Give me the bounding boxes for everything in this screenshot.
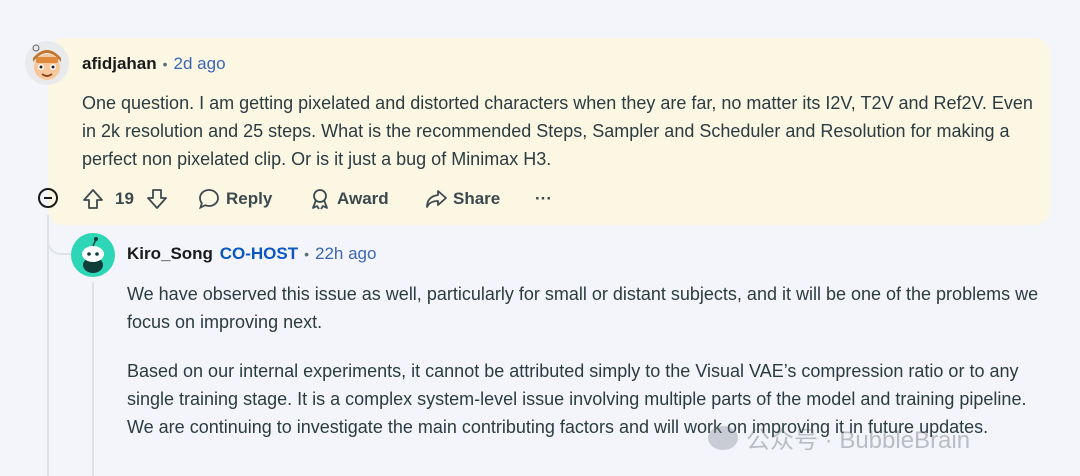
downvote-button[interactable] <box>146 183 168 215</box>
thread-line[interactable] <box>47 215 49 476</box>
comment-text: One question. I am getting pixelated and… <box>82 93 1033 169</box>
share-button[interactable]: Share <box>425 183 500 215</box>
reply-button[interactable]: Reply <box>198 183 272 215</box>
share-label: Share <box>453 189 501 208</box>
speech-bubble-icon <box>199 189 219 210</box>
award-label: Award <box>337 189 389 208</box>
watermark: 公众号 · BubbleBrain <box>708 420 970 455</box>
comment-actions: 19 Reply Award Share ··· <box>36 183 596 215</box>
comment-meta: Kiro_Song CO-HOST • 22h ago <box>127 243 376 265</box>
more-options-button[interactable]: ··· <box>535 183 552 215</box>
downvote-icon <box>147 189 167 209</box>
avatar[interactable] <box>24 40 70 86</box>
comment-meta: afidjahan • 2d ago <box>82 53 226 75</box>
award-icon <box>312 189 328 210</box>
separator-dot: • <box>162 56 168 72</box>
comment-paragraph: We have observed this issue as well, par… <box>127 284 1039 332</box>
cohost-badge: CO-HOST <box>219 244 299 263</box>
author-name[interactable]: Kiro_Song <box>127 244 213 263</box>
upvote-icon <box>83 189 103 209</box>
share-icon <box>426 190 447 208</box>
award-button[interactable]: Award <box>309 183 389 215</box>
timestamp[interactable]: 2d ago <box>174 54 226 73</box>
avatar[interactable] <box>70 232 116 278</box>
reply-label: Reply <box>226 189 273 208</box>
wechat-icon <box>708 425 738 450</box>
collapse-icon[interactable] <box>38 188 58 208</box>
reply-thread-line[interactable] <box>92 282 94 476</box>
separator-dot: • <box>304 246 309 262</box>
author-name[interactable]: afidjahan <box>82 54 157 73</box>
more-icon: ··· <box>535 189 552 208</box>
timestamp[interactable]: 22h ago <box>315 244 376 263</box>
comment-thread: afidjahan • 2d ago One question. I am gett… <box>0 0 1080 476</box>
vote-count: 19 <box>115 189 134 208</box>
upvote-button[interactable] <box>82 183 104 215</box>
